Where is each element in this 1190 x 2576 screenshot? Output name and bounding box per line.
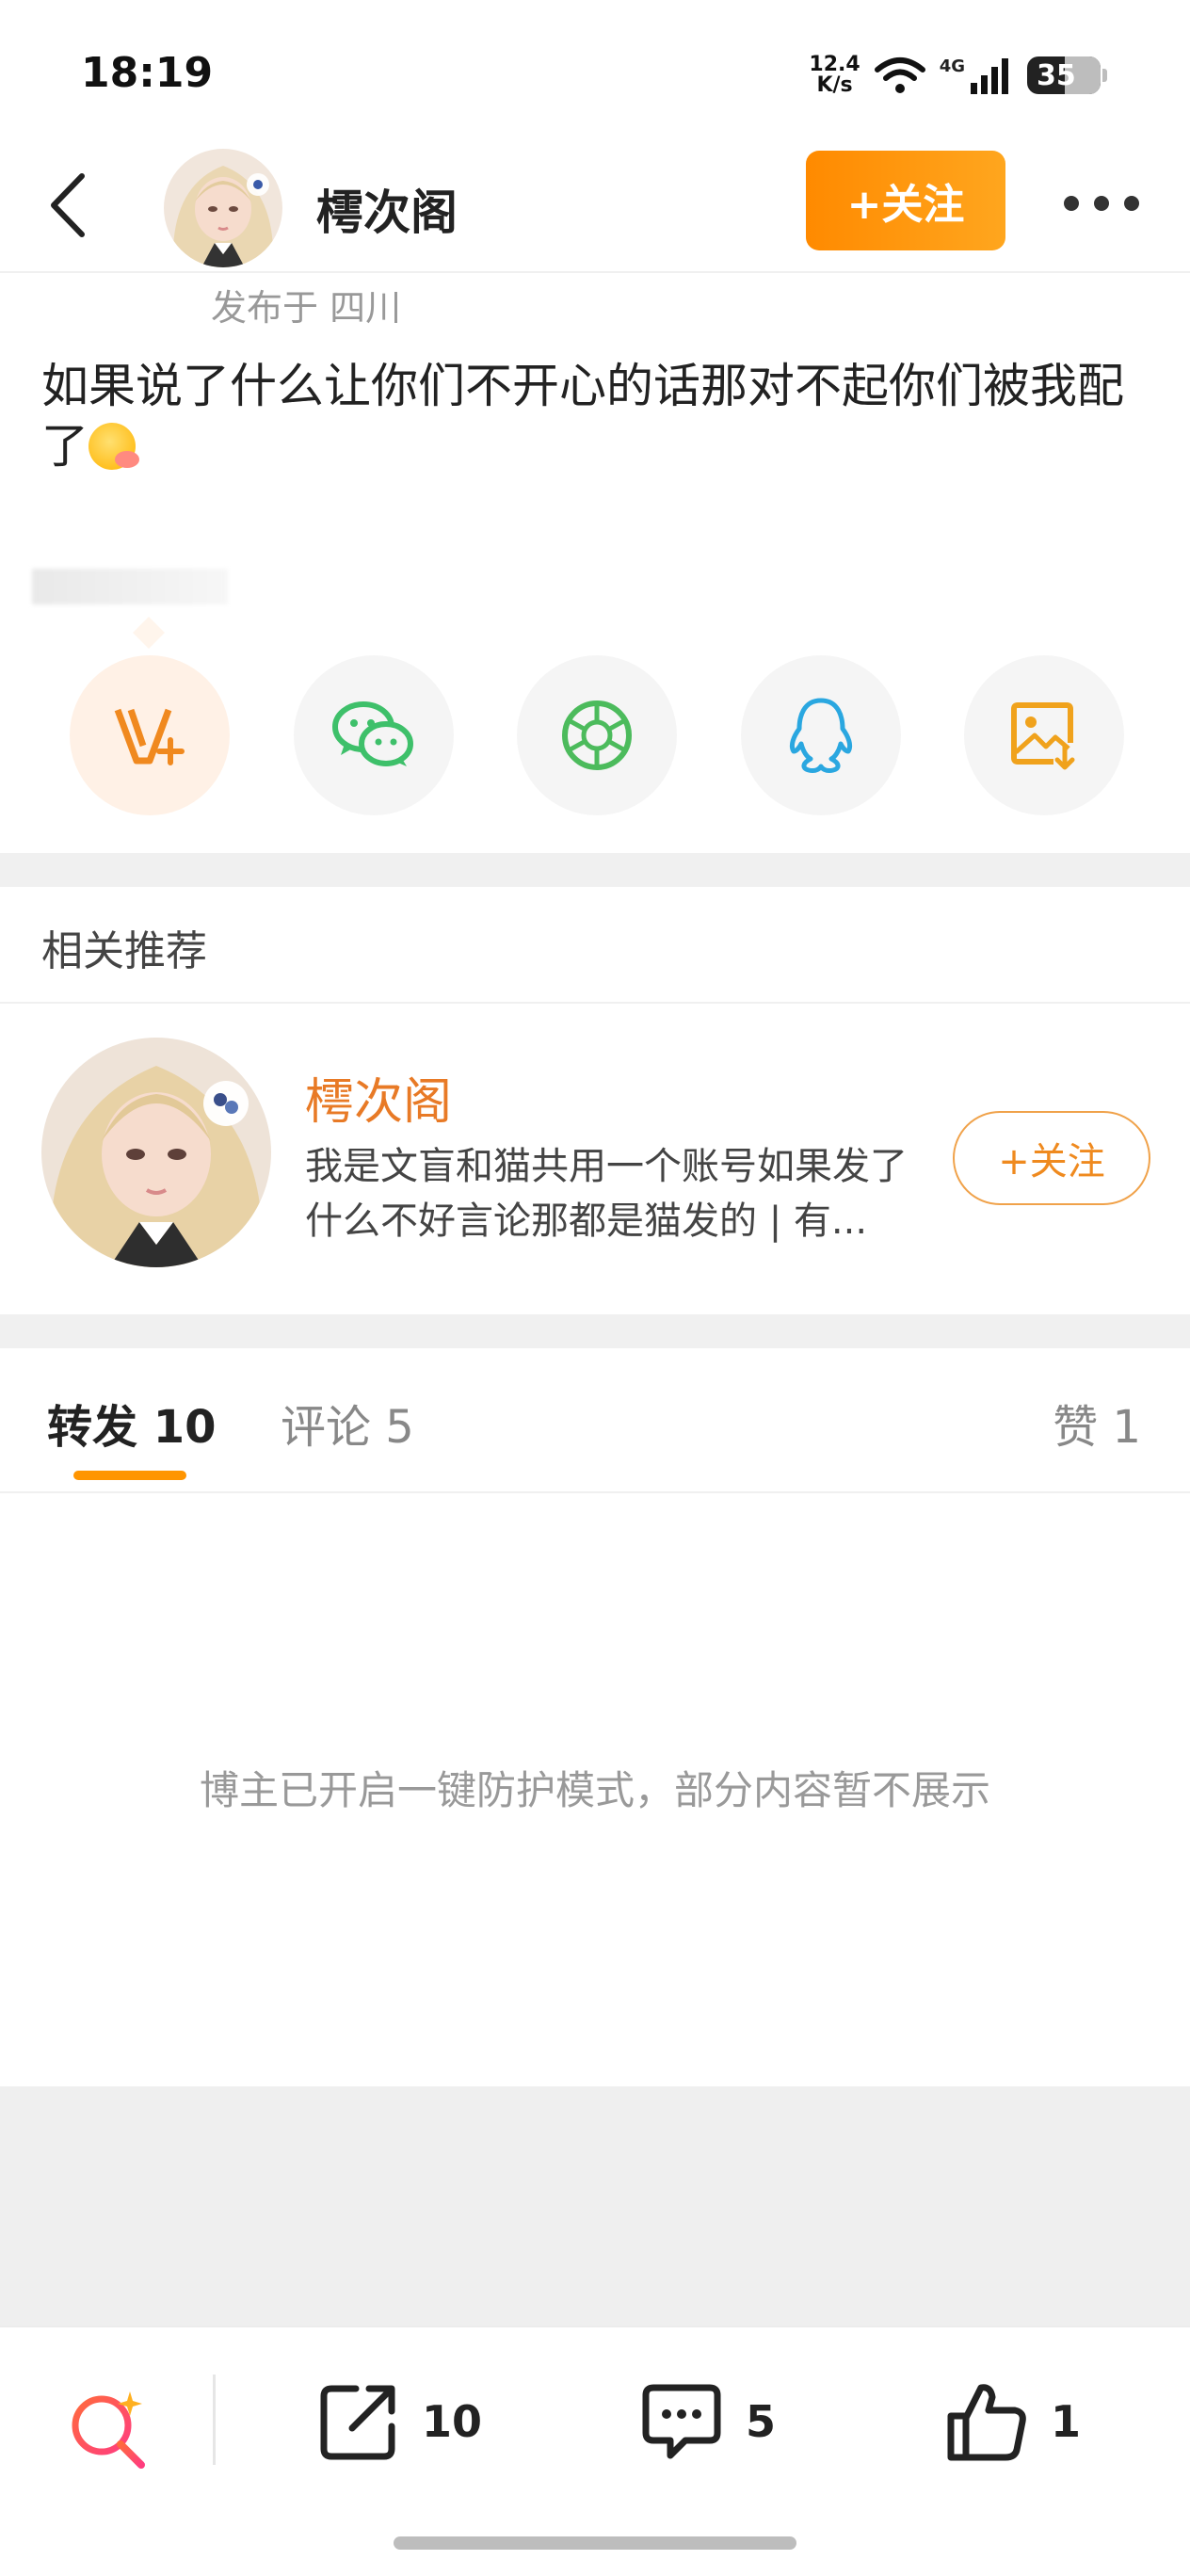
post-text: 如果说了什么让你们不开心的话那对不起你们被我配了 [41, 356, 1152, 476]
thumbs-up-icon [947, 2384, 1026, 2461]
interaction-tabs: 转发 10 评论 5 赞 1 [0, 1348, 1190, 1493]
empty-area [0, 2086, 1190, 2326]
section-divider [0, 1314, 1190, 1348]
repost-count: 10 [422, 2396, 483, 2447]
moments-share-button[interactable] [517, 655, 677, 815]
comment-button[interactable]: 5 [638, 2375, 776, 2469]
status-icons: 12.4 K/s 4G 35 [809, 49, 1107, 102]
repost-button[interactable]: 10 [316, 2375, 482, 2469]
chevron-left-icon [51, 173, 85, 237]
signal-icon [971, 58, 1008, 94]
avatar[interactable] [164, 149, 282, 267]
save-image-icon [1011, 702, 1075, 770]
recommend-avatar[interactable] [41, 1038, 271, 1267]
share-options [70, 655, 1124, 815]
divider [213, 2375, 216, 2465]
like-count: 1 [1051, 2396, 1082, 2447]
share-arrow-icon [320, 2385, 395, 2460]
recommend-title: 相关推荐 [41, 927, 207, 975]
like-button[interactable]: 1 [943, 2375, 1081, 2469]
recommend-description: 我是文盲和猫共用一个账号如果发了什么不好言论那都是猫发的 | 有... [305, 1145, 908, 1243]
net-speed: 12.4 K/s [809, 53, 860, 97]
status-time: 18:19 [81, 49, 214, 97]
battery-icon: 35 [1027, 56, 1101, 94]
vplus-share-button[interactable] [70, 655, 230, 815]
wechat-share-button[interactable] [293, 655, 454, 815]
wechat-icon [331, 701, 413, 766]
blurred-content [32, 569, 228, 604]
protection-notice: 博主已开启一键防护模式，部分内容暂不展示 [199, 1767, 990, 1813]
recommend-username[interactable]: 樗次阁 [305, 1062, 452, 1133]
more-dot-icon [1124, 196, 1139, 211]
section-divider [0, 853, 1190, 887]
username[interactable]: 樗次阁 [316, 175, 458, 243]
qq-share-button[interactable] [740, 655, 901, 815]
follow-button[interactable]: +关注 [806, 151, 1005, 250]
comment-icon [642, 2384, 721, 2459]
search-sparkle-icon [72, 2391, 145, 2469]
back-button[interactable] [34, 168, 100, 243]
blush-emoji-icon [88, 423, 139, 470]
more-options-button[interactable] [1054, 175, 1149, 232]
tooltip-pointer [133, 617, 165, 649]
post-body: 如果说了什么让你们不开心的话那对不起你们被我配了 [41, 359, 1124, 474]
home-indicator[interactable] [394, 2536, 796, 2550]
qq-icon [789, 698, 852, 773]
comment-count: 5 [746, 2396, 777, 2447]
tab-like[interactable]: 赞 1 [1053, 1390, 1141, 1456]
wifi-icon [874, 57, 925, 93]
moments-icon [562, 700, 632, 770]
more-dot-icon [1064, 196, 1079, 211]
save-image-button[interactable] [964, 655, 1124, 815]
v-plus-icon [114, 708, 185, 765]
recommend-follow-button[interactable]: +关注 [953, 1111, 1150, 1205]
tab-active-indicator [73, 1471, 186, 1480]
network-type: 4G [940, 56, 1014, 94]
status-bar: 18:19 12.4 K/s 4G 35 [0, 0, 1190, 141]
post-header: 樗次阁 +关注 [0, 141, 1190, 273]
divider [0, 1002, 1190, 1004]
tab-repost[interactable]: 转发 10 [47, 1390, 217, 1456]
more-dot-icon [1094, 196, 1109, 211]
post-location: 发布于 四川 [211, 287, 402, 329]
tab-comment[interactable]: 评论 5 [281, 1390, 414, 1456]
ai-search-button[interactable] [64, 2384, 154, 2474]
